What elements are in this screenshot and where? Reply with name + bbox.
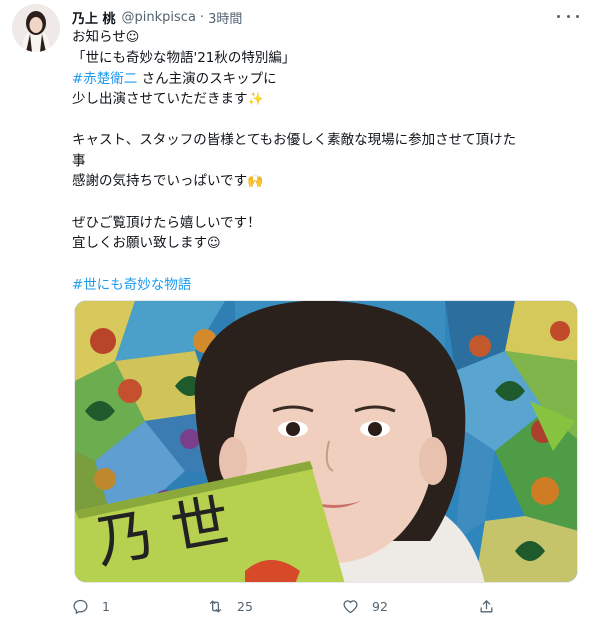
share-button[interactable]	[478, 594, 495, 618]
tweet-text-segment: ぜひご覧頂けたら嬉しいです！	[72, 214, 261, 231]
emoji-icon: 🙌	[247, 174, 264, 190]
like-count: 92	[372, 598, 388, 614]
tweet-text-segment: 事	[72, 152, 86, 169]
display-name[interactable]: 乃上 桃	[72, 8, 116, 27]
tweet-line: キャスト、スタッフの皆様とてもお優しく素敵な現場に参加させて頂けた	[72, 130, 580, 150]
avatar[interactable]	[12, 4, 60, 52]
retweet-button[interactable]: 25	[207, 594, 253, 618]
tweet-line: 少し出演させていただきます✨	[72, 89, 580, 110]
heart-icon	[343, 599, 358, 613]
tweet-text-segment: お知らせ	[72, 29, 126, 45]
tweet-line	[72, 192, 580, 212]
retweet-count: 25	[237, 598, 253, 614]
tweet: 乃上 桃 @pinkpisca · 3時間 お知らせ☺ 「世にも奇妙な物語'21秋…	[0, 0, 593, 623]
tweet-line: 「世にも奇妙な物語'21秋の特別編」	[72, 48, 580, 68]
reply-button[interactable]: 1	[72, 594, 110, 618]
tweet-image[interactable]: 乃 世	[74, 300, 578, 583]
reply-count: 1	[102, 598, 110, 614]
tweet-line: 感謝の気持ちでいっぱいです🙌	[72, 171, 580, 192]
tweet-line: 宜しくお願い致します☺	[72, 233, 580, 254]
tweet-text: お知らせ☺ 「世にも奇妙な物語'21秋の特別編」 #赤楚衛二 さん主演のスキップに少…	[72, 27, 580, 295]
tweet-text-segment: 感謝の気持ちでいっぱいです	[72, 173, 248, 190]
tweet-line: #世にも奇妙な物語	[72, 275, 580, 295]
tweet-text-segment: 少し出演させていただきます	[72, 90, 248, 107]
tweet-text-segment: さん主演のスキップに	[137, 70, 277, 87]
emoji-icon: ☺	[125, 30, 140, 45]
action-bar: 1 25 92	[72, 594, 502, 618]
avatar-image	[12, 4, 60, 52]
hashtag-link[interactable]: #赤楚衛二	[72, 71, 137, 87]
tweet-line	[72, 254, 580, 274]
tweet-text-segment: 「世にも奇妙な物語'21秋の特別編」	[72, 50, 296, 67]
tweet-line	[72, 110, 580, 130]
share-icon	[480, 599, 493, 612]
more-options-icon[interactable]	[557, 8, 579, 24]
tweet-line: ぜひご覧頂けたら嬉しいです！	[72, 213, 580, 233]
handle[interactable]: @pinkpisca	[122, 10, 196, 25]
tweet-header: 乃上 桃 @pinkpisca · 3時間	[72, 7, 579, 27]
tweet-text-segment: 宜しくお願い致します	[72, 234, 207, 251]
hashtag-link[interactable]: #世にも奇妙な物語	[72, 277, 191, 293]
reply-icon	[73, 599, 88, 614]
photo: 乃 世	[75, 301, 577, 582]
emoji-icon: ☺	[207, 235, 221, 251]
tweet-line: お知らせ☺	[72, 27, 580, 48]
like-button[interactable]: 92	[342, 594, 388, 618]
separator: ·	[199, 9, 205, 25]
tweet-line: #赤楚衛二 さん主演のスキップに	[72, 69, 580, 89]
timestamp[interactable]: 3時間	[208, 8, 242, 27]
emoji-icon: ✨	[247, 91, 264, 107]
tweet-line: 事	[72, 151, 580, 171]
retweet-icon	[209, 600, 222, 612]
tweet-text-segment: キャスト、スタッフの皆様とてもお優しく素敵な現場に参加させて頂けた	[72, 132, 517, 149]
